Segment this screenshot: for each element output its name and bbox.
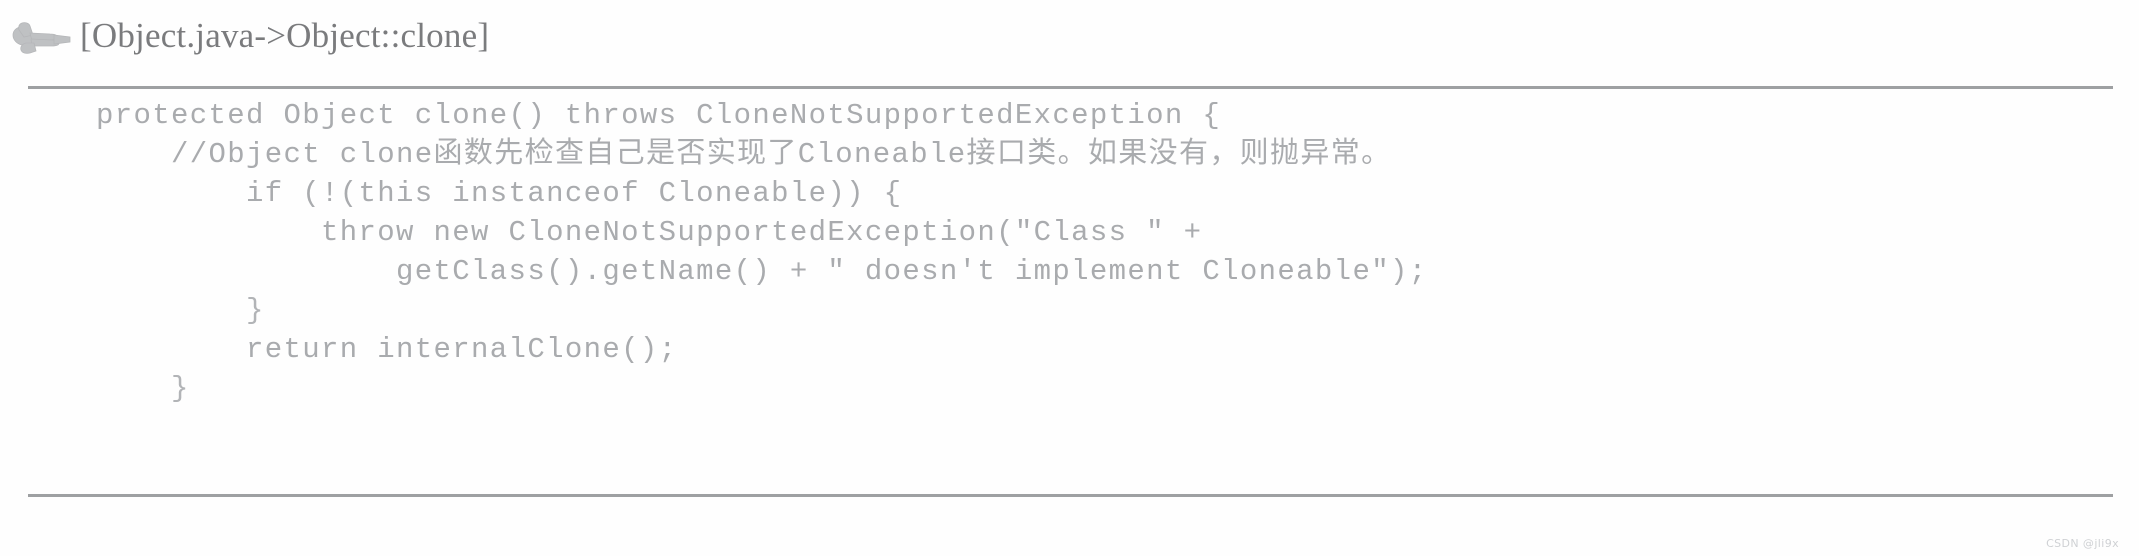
code-line: protected Object clone() throws CloneNot…: [96, 99, 1222, 132]
code-block: protected Object clone() throws CloneNot…: [0, 96, 2139, 408]
pointing-hand-icon: [12, 22, 71, 54]
code-line: //Object clone函数先检查自己是否实现了Cloneable接口类。如…: [96, 138, 1392, 171]
code-line: }: [96, 294, 265, 327]
code-line: getClass().getName() + " doesn't impleme…: [96, 255, 1428, 288]
page-title: [Object.java->Object::clone]: [80, 16, 490, 55]
snippet-header: [Object.java->Object::clone]: [0, 0, 489, 72]
code-line: }: [96, 372, 190, 405]
code-line: throw new CloneNotSupportedException("Cl…: [96, 216, 1203, 249]
divider-top: [28, 86, 2113, 89]
code-line: return internalClone();: [96, 333, 678, 366]
watermark: CSDN @jli9x: [2046, 537, 2119, 550]
code-line: if (!(this instanceof Cloneable)) {: [96, 177, 903, 210]
divider-bottom: [28, 494, 2113, 497]
code-snippet-page: [Object.java->Object::clone] protected O…: [0, 0, 2139, 556]
